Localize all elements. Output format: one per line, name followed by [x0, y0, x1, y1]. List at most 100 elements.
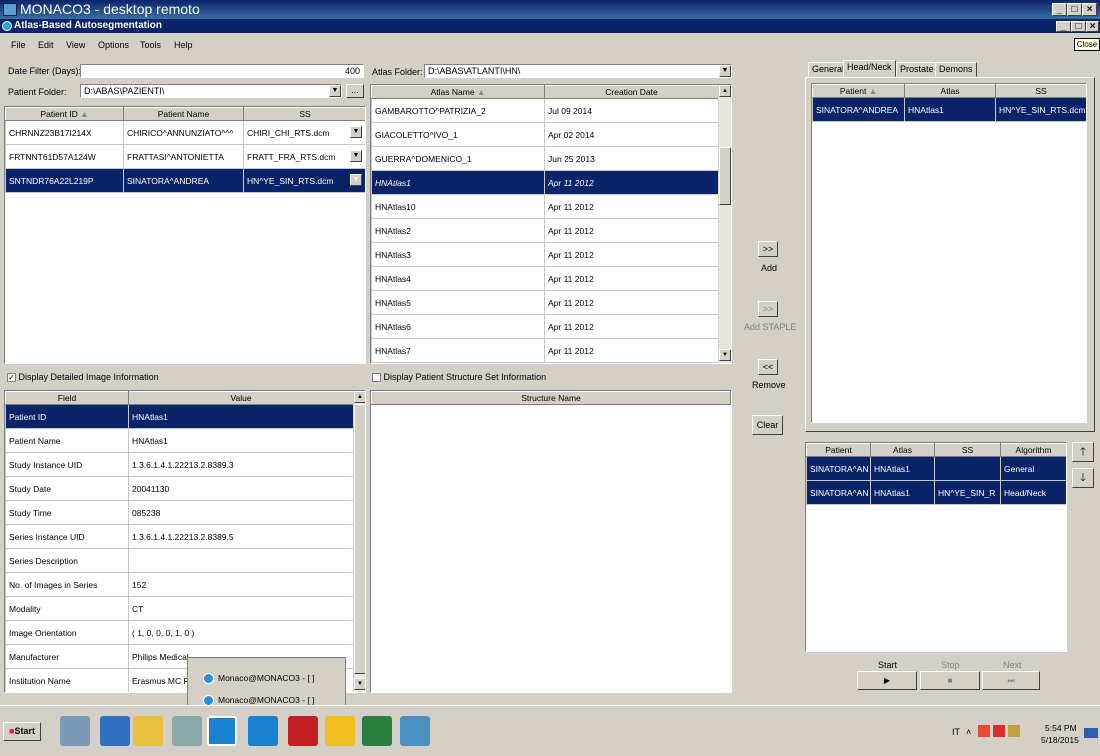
popup-window-item[interactable]: Monaco@MONACO3 - [ ] — [203, 695, 314, 706]
checkbox-checked-icon[interactable]: ✓ — [7, 373, 16, 383]
table-row[interactable]: Patient Name HNAtlas1 — [5, 428, 354, 453]
patient-name-header[interactable]: Patient Name — [123, 107, 244, 121]
tray-alert-icon[interactable] — [978, 725, 990, 737]
menu-help[interactable]: Help — [174, 40, 193, 50]
atlas-folder-select[interactable]: D:\ABAS\ATLANTI\HN\ ▼ — [424, 64, 732, 78]
table-row[interactable]: GUERRA^DOMENICO_1 Jun 25 2013 — [371, 146, 719, 171]
show-desktop-icon[interactable] — [1084, 728, 1098, 738]
table-row[interactable]: HNAtlas4 Apr 11 2012 — [371, 266, 719, 291]
powershell-icon[interactable] — [100, 716, 130, 746]
clear-button[interactable]: Clear — [752, 415, 783, 435]
scroll-down-icon[interactable]: ▼ — [719, 349, 731, 361]
app-minimize-icon[interactable]: _ — [1056, 21, 1071, 32]
table-row[interactable]: Image Orientation( 1, 0, 0, 0, 1, 0 ) — [5, 620, 354, 645]
calculator-icon[interactable] — [172, 716, 202, 746]
language-indicator[interactable]: IT — [952, 727, 960, 737]
atlas-scrollbar[interactable]: ▲ ▼ — [718, 85, 731, 363]
chevron-down-icon[interactable]: ▼ — [350, 126, 362, 138]
computer-icon[interactable] — [60, 716, 90, 746]
ss-header[interactable]: SS — [243, 107, 365, 121]
atlas-name-header[interactable]: Atlas Name ▲ — [371, 85, 545, 99]
tray-device-icon[interactable] — [1008, 725, 1020, 737]
display-structure-set-checkbox[interactable]: Display Patient Structure Set Informatio… — [372, 372, 546, 383]
menu-file[interactable]: File — [11, 40, 26, 50]
add-arrow-button[interactable]: >> — [758, 241, 778, 257]
tab-prostate[interactable]: Prostate — [896, 62, 938, 77]
table-row[interactable]: Patient ID HNAtlas1 — [5, 404, 354, 429]
app-close-icon[interactable]: × — [1086, 21, 1099, 32]
patient-header[interactable]: Patient ▲ — [812, 84, 905, 98]
rdp-restore-icon[interactable]: □ — [1067, 3, 1082, 16]
scroll-down-icon[interactable]: ▼ — [354, 678, 365, 690]
creation-date-header[interactable]: Creation Date — [544, 85, 719, 99]
table-row[interactable]: FRTNNT61D57A124W FRATTASI^ANTONIETTA FRATT… — [5, 144, 365, 169]
tray-acrobat-icon[interactable] — [993, 725, 1005, 737]
stop-button[interactable]: ■ — [920, 671, 980, 690]
table-row[interactable]: SNTNDR76A22L219P SINATORA^ANDREA HN^YE_SIN… — [5, 168, 365, 193]
table-row[interactable]: Study Instance UID 1.3.6.1.4.1.22213.2.83… — [5, 452, 354, 477]
menu-view[interactable]: View — [66, 40, 85, 50]
table-row[interactable]: Series Instance UID 1.3.6.1.4.1.22213.2.8… — [5, 524, 354, 549]
chevron-down-icon[interactable]: ▼ — [719, 65, 731, 77]
table-row[interactable]: HNAtlas2 Apr 11 2012 — [371, 218, 719, 243]
table-row[interactable]: SINATORA^AN HNAtlas1 HN^YE_SIN_R Head/Neck — [806, 480, 1066, 505]
tray-expand-icon[interactable]: ˄ — [966, 727, 971, 737]
network-icon[interactable] — [400, 716, 430, 746]
atlas-header[interactable]: Atlas — [904, 84, 996, 98]
patient-folder-select[interactable]: D:\ABAS\PAZIENTI\ ▼ — [80, 84, 342, 98]
monaco-app-icon[interactable] — [248, 716, 278, 746]
acrobat-icon[interactable] — [288, 716, 318, 746]
table-row[interactable]: HNAtlas6 Apr 11 2012 — [371, 314, 719, 339]
table-row[interactable]: SINATORA^ANDREA HNAtlas1 HN^YE_SIN_RTS.dcm — [812, 97, 1086, 122]
table-row[interactable]: HNAtlas5 Apr 11 2012 — [371, 290, 719, 315]
value-header[interactable]: Value — [128, 391, 354, 405]
patient-id-header[interactable]: Patient ID ▲ — [5, 107, 124, 121]
table-row[interactable]: No. of Images in Series 152 — [5, 572, 354, 597]
table-row[interactable]: SINATORA^AN HNAtlas1 General — [806, 456, 1066, 481]
queue-atlas-header[interactable]: Atlas — [870, 443, 935, 457]
move-up-icon[interactable]: 🡑 — [1072, 442, 1094, 462]
start-button[interactable]: ▶ — [857, 671, 917, 690]
tab-head-neck[interactable]: Head/Neck — [843, 60, 896, 77]
structure-name-header[interactable]: Structure Name — [371, 391, 731, 405]
table-row[interactable]: Series Description — [5, 548, 354, 573]
table-row[interactable]: Study Time 085238 — [5, 500, 354, 525]
ss-header[interactable]: SS — [995, 84, 1086, 98]
remove-arrow-button[interactable]: << — [758, 359, 778, 375]
browse-patient-folder-button[interactable]: ... — [346, 84, 364, 98]
scroll-thumb[interactable] — [719, 147, 731, 205]
display-detailed-image-info-checkbox[interactable]: ✓ Display Detailed Image Information — [7, 372, 159, 383]
move-down-icon[interactable]: 🡓 — [1072, 468, 1094, 488]
queue-ss-header[interactable]: SS — [934, 443, 1001, 457]
chevron-down-icon[interactable]: ▼ — [329, 85, 341, 97]
menu-edit[interactable]: Edit — [38, 40, 54, 50]
folder-icon[interactable] — [133, 716, 163, 746]
table-row[interactable]: CHRNNZ23B17I214X CHIRICO^ANNUNZIATO^^^ CHI… — [5, 120, 365, 145]
table-row[interactable]: HNAtlas10 Apr 11 2012 — [371, 194, 719, 219]
scroll-up-icon[interactable]: ▲ — [719, 85, 731, 97]
start-menu-button[interactable]: ■Start — [3, 722, 41, 741]
queue-algorithm-header[interactable]: Algorithm — [1000, 443, 1066, 457]
add-staple-arrow-button[interactable]: >> — [758, 301, 778, 317]
table-row[interactable]: HNAtlas3 Apr 11 2012 — [371, 242, 719, 267]
app-restore-icon[interactable]: □ — [1071, 21, 1086, 32]
popup-window-item[interactable]: Monaco@MONACO3 - [ ] — [203, 673, 314, 684]
table-row[interactable]: GAMBAROTTO^PATRIZIA_2 Jul 09 2014 — [371, 98, 719, 123]
next-button[interactable]: ⏭ — [982, 671, 1040, 690]
table-row[interactable]: HNAtlas1 Apr 11 2012 — [371, 170, 719, 195]
details-scrollbar[interactable]: ▲ ▼ — [353, 391, 365, 692]
scroll-thumb[interactable] — [354, 404, 365, 674]
chevron-down-icon[interactable]: ▼ — [350, 174, 362, 186]
table-row[interactable]: HNAtlas7 Apr 11 2012 — [371, 338, 719, 363]
rdp-minimize-icon[interactable]: _ — [1052, 3, 1067, 16]
excel-icon[interactable] — [362, 716, 392, 746]
table-row[interactable]: GIACOLETTO^IVO_1 Apr 02 2014 — [371, 122, 719, 147]
chevron-down-icon[interactable]: ▼ — [350, 150, 362, 162]
field-header[interactable]: Field — [5, 391, 129, 405]
menu-tools[interactable]: Tools — [140, 40, 161, 50]
checkbox-empty-icon[interactable] — [372, 373, 381, 383]
table-row[interactable]: Modality CT — [5, 596, 354, 621]
table-row[interactable]: Study Date 20041130 — [5, 476, 354, 501]
date-filter-input[interactable]: 400 — [80, 64, 364, 78]
menu-options[interactable]: Options — [98, 40, 129, 50]
